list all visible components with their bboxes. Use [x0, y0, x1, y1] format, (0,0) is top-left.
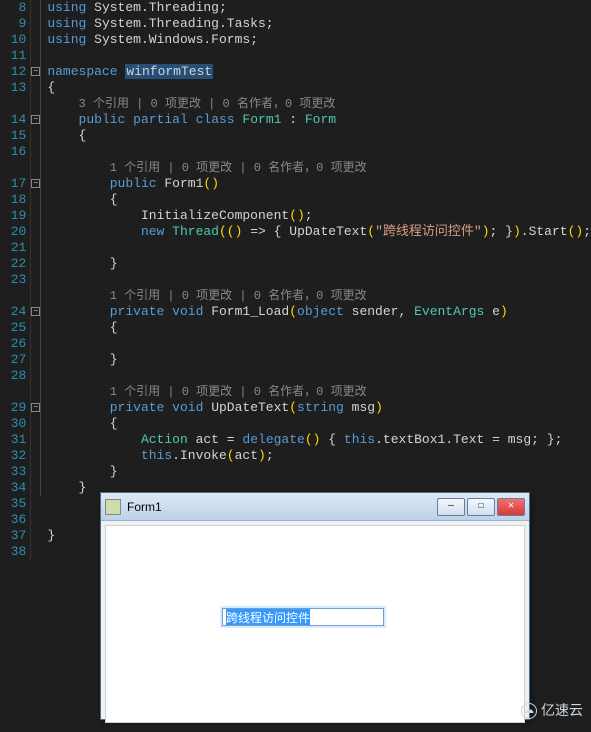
window-title: Form1	[127, 500, 437, 514]
code-editor: 8 9 10 11 12 13 14 15 16 17 18 19 20 21 …	[0, 0, 591, 496]
line-number: 19	[0, 208, 26, 224]
line-number: 13	[0, 80, 26, 96]
namespace-selected: winformTest	[125, 64, 213, 79]
close-button[interactable]: ✕	[497, 498, 525, 516]
fold-column: − − − − −	[30, 0, 40, 496]
fold-toggle[interactable]: −	[31, 67, 40, 76]
fold-toggle[interactable]: −	[31, 307, 40, 316]
line-number: 31	[0, 432, 26, 448]
line-number: 16	[0, 144, 26, 160]
line-number-gutter: 8 9 10 11 12 13 14 15 16 17 18 19 20 21 …	[0, 0, 30, 496]
line-number: 21	[0, 240, 26, 256]
codelens[interactable]: 1 个引用 | 0 项更改 | 0 名作者，0 项更改	[110, 289, 367, 303]
line-number: 14	[0, 112, 26, 128]
line-number: 30	[0, 416, 26, 432]
fold-toggle[interactable]: −	[31, 115, 40, 124]
cloud-icon: ☁	[521, 703, 537, 719]
textbox1[interactable]	[222, 608, 384, 626]
minimize-button[interactable]: —	[437, 498, 465, 516]
codelens[interactable]: 3 个引用 | 0 项更改 | 0 名作者，0 项更改	[79, 97, 336, 111]
line-number: 27	[0, 352, 26, 368]
line-number: 17	[0, 176, 26, 192]
fold-toggle[interactable]: −	[31, 403, 40, 412]
line-number: 36	[0, 512, 26, 528]
line-number: 29	[0, 400, 26, 416]
line-number: 10	[0, 32, 26, 48]
line-number: 34	[0, 480, 26, 496]
line-number: 11	[0, 48, 26, 64]
code-area[interactable]: using System.Threading; using System.Thr…	[40, 0, 591, 496]
form1-window[interactable]: Form1 — ☐ ✕	[100, 492, 530, 720]
line-number: 38	[0, 544, 26, 560]
line-number: 26	[0, 336, 26, 352]
line-number: 12	[0, 64, 26, 80]
line-number: 32	[0, 448, 26, 464]
line-number: 37	[0, 528, 26, 544]
watermark: ☁ 亿速云	[521, 700, 583, 720]
line-number: 24	[0, 304, 26, 320]
line-number: 33	[0, 464, 26, 480]
codelens[interactable]: 1 个引用 | 0 项更改 | 0 名作者，0 项更改	[110, 161, 367, 175]
fold-toggle[interactable]: −	[31, 179, 40, 188]
line-number: 18	[0, 192, 26, 208]
line-number: 25	[0, 320, 26, 336]
line-number: 22	[0, 256, 26, 272]
form-client-area	[105, 525, 525, 723]
codelens[interactable]: 1 个引用 | 0 项更改 | 0 名作者，0 项更改	[110, 385, 367, 399]
app-icon	[105, 499, 121, 515]
maximize-button[interactable]: ☐	[467, 498, 495, 516]
line-number: 15	[0, 128, 26, 144]
line-number: 28	[0, 368, 26, 384]
titlebar[interactable]: Form1 — ☐ ✕	[101, 493, 529, 521]
line-number: 20	[0, 224, 26, 240]
line-number: 23	[0, 272, 26, 288]
line-number: 8	[0, 0, 26, 16]
line-number: 9	[0, 16, 26, 32]
line-number: 35	[0, 496, 26, 512]
